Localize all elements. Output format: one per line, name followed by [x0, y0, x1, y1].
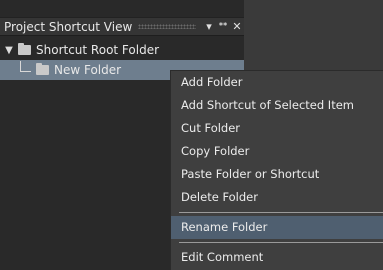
dropdown-arrow-icon[interactable]: ▾: [202, 20, 216, 33]
tree-connector: [20, 60, 31, 72]
menu-item-copy-folder[interactable]: Copy Folder: [171, 140, 383, 163]
menu-item-cut-folder[interactable]: Cut Folder: [171, 117, 383, 140]
menu-separator: [179, 242, 383, 243]
close-icon[interactable]: ✕: [230, 20, 244, 33]
folder-icon: [18, 43, 31, 55]
menu-item-delete-folder[interactable]: Delete Folder: [171, 186, 383, 209]
tree-item-label: New Folder: [54, 63, 122, 77]
menu-item-add-shortcut[interactable]: Add Shortcut of Selected Item: [171, 94, 383, 117]
menu-item-rename-folder[interactable]: Rename Folder: [171, 216, 383, 239]
panel-title: Project Shortcut View: [4, 19, 133, 34]
panel-title-bar: Project Shortcut View ▾ ᕯ ✕: [0, 17, 244, 36]
folder-icon: [36, 63, 49, 75]
drag-grip[interactable]: [138, 24, 196, 29]
context-menu: Add Folder Add Shortcut of Selected Item…: [170, 70, 383, 270]
pin-icon[interactable]: ᕯ: [216, 20, 230, 34]
collapse-arrow-icon[interactable]: ▼: [3, 45, 15, 56]
menu-separator: [179, 212, 383, 213]
tree-item-label: Shortcut Root Folder: [36, 43, 160, 57]
menu-item-add-folder[interactable]: Add Folder: [171, 71, 383, 94]
menu-item-edit-comment[interactable]: Edit Comment: [171, 246, 383, 269]
menu-item-paste[interactable]: Paste Folder or Shortcut: [171, 163, 383, 186]
tree-item-shortcut-root[interactable]: ▼ Shortcut Root Folder: [0, 40, 244, 60]
